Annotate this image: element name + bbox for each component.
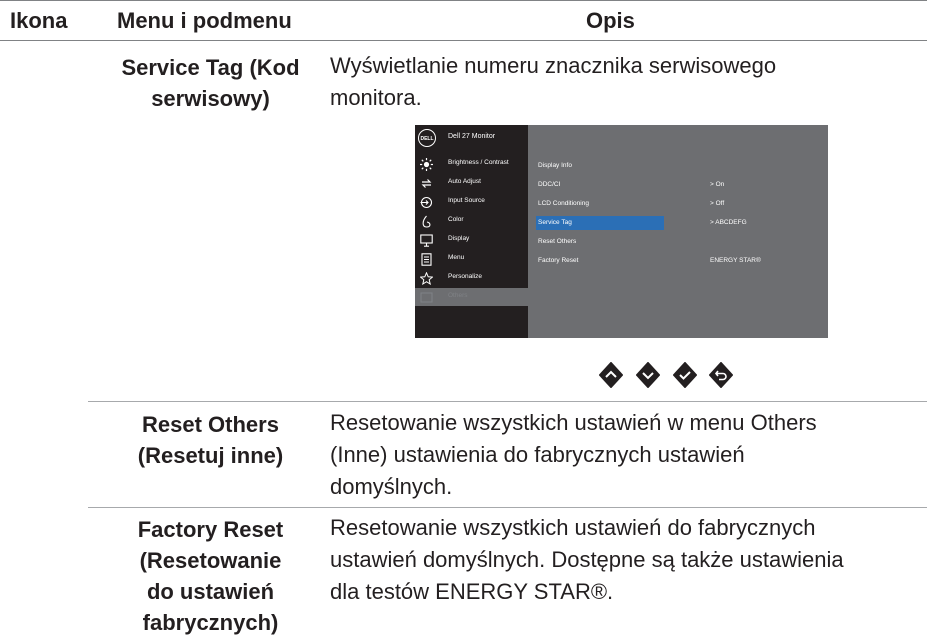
osd-sidebar-menu[interactable]: Menu <box>415 250 528 268</box>
menu-line: Reset Others <box>142 412 279 437</box>
desc-line: domyślnych. <box>330 474 453 499</box>
osd-item-factory-reset[interactable]: Factory Reset <box>536 254 664 268</box>
osd-value-service-tag: > ABCDEFG <box>710 219 747 226</box>
menu-line: fabrycznych) <box>142 610 279 635</box>
osd-value-ddc-ci: > On <box>710 181 725 188</box>
osd-title: Dell 27 Monitor <box>448 133 496 140</box>
osd-sidebar-label: Menu <box>448 254 465 261</box>
osd-sidebar-label: Personalize <box>448 273 482 280</box>
brightness-icon <box>420 158 433 171</box>
osd-item-label: Factory Reset <box>538 257 579 264</box>
osd-sidebar-input-source[interactable]: Input Source <box>415 193 528 211</box>
osd-item-label: Service Tag <box>538 219 572 226</box>
row-service-tag-desc: Wyświetlanie numeru znacznika serwisoweg… <box>330 50 776 114</box>
osd-item-label: Display Info <box>538 162 572 169</box>
desc-line: Wyświetlanie numeru znacznika serwisoweg… <box>330 53 777 78</box>
osd-sidebar-display[interactable]: Display <box>415 231 528 249</box>
header-desc-col: Opis <box>586 8 635 33</box>
osd-header-right <box>528 125 828 152</box>
osd-item-display-info[interactable]: Display Info <box>536 159 664 173</box>
osd-item-label: Reset Others <box>538 238 577 245</box>
desc-line: Resetowanie wszystkich ustawień do fabry… <box>330 515 816 540</box>
osd-screenshot: DELL Dell 27 Monitor Brightness / Contra… <box>415 125 828 338</box>
row-service-tag-menu: Service Tag (Kod serwisowy) <box>88 52 333 114</box>
check-icon[interactable] <box>672 362 698 388</box>
desc-line: ustawień domyślnych. Dostępne są także u… <box>330 547 844 572</box>
color-icon <box>422 215 431 228</box>
header-menu-col: Menu i podmenu <box>117 8 292 33</box>
header-top-rule <box>0 0 927 1</box>
others-icon <box>420 292 433 303</box>
dell-logo: DELL <box>418 129 436 147</box>
osd-item-service-tag[interactable]: Service Tag <box>536 216 664 230</box>
row-factory-reset-desc: Resetowanie wszystkich ustawień do fabry… <box>330 512 844 608</box>
input-source-icon <box>420 196 433 209</box>
osd-item-lcd-conditioning[interactable]: LCD Conditioning <box>536 197 664 211</box>
desc-line: monitora. <box>330 85 422 110</box>
row-reset-others-desc: Resetowanie wszystkich ustawień w menu O… <box>330 407 817 503</box>
osd-sidebar-personalize[interactable]: Personalize <box>415 269 528 287</box>
down-icon[interactable] <box>635 362 661 388</box>
osd-sidebar-label: Color <box>448 216 464 223</box>
osd-item-ddc-ci[interactable]: DDC/CI <box>536 178 664 192</box>
osd-value-factory-reset: ENERGY STAR® <box>710 257 761 264</box>
osd-sidebar-others[interactable]: Others <box>415 288 528 306</box>
row-factory-reset-menu: Factory Reset (Resetowanie do ustawień f… <box>88 514 333 638</box>
osd-item-label: LCD Conditioning <box>538 200 589 207</box>
menu-icon <box>421 253 432 266</box>
osd-sidebar-label: Auto Adjust <box>448 178 481 185</box>
osd-item-label: DDC/CI <box>538 181 561 188</box>
osd-sidebar-brightness[interactable]: Brightness / Contrast <box>415 155 528 173</box>
display-icon <box>420 234 433 247</box>
auto-adjust-icon <box>421 179 432 188</box>
osd-sidebar-label: Others <box>448 292 468 299</box>
row-reset-others-menu: Reset Others (Resetuj inne) <box>88 409 333 471</box>
up-icon[interactable] <box>598 362 624 388</box>
menu-line: do ustawień <box>146 579 275 604</box>
row-divider <box>88 401 927 402</box>
osd-sidebar-label: Brightness / Contrast <box>448 159 509 166</box>
osd-sidebar-color[interactable]: Color <box>415 212 528 230</box>
menu-line: (Resetowanie <box>139 548 282 573</box>
osd-value-lcd-conditioning: > Off <box>710 200 725 207</box>
osd-sidebar-label: Input Source <box>448 197 485 204</box>
menu-line: (Resetuj inne) <box>137 443 284 468</box>
back-icon[interactable] <box>708 362 734 388</box>
desc-line: dla testów ENERGY STAR®. <box>330 579 614 604</box>
star-icon <box>420 272 433 285</box>
desc-line: (Inne) ustawienia do fabrycznych ustawie… <box>330 442 745 467</box>
header-icon-col: Ikona <box>10 8 68 33</box>
row-divider <box>88 507 927 508</box>
osd-sidebar-label: Display <box>448 235 470 242</box>
osd-sidebar-auto-adjust[interactable]: Auto Adjust <box>415 174 528 192</box>
osd-item-reset-others[interactable]: Reset Others <box>536 235 664 249</box>
menu-line: Factory Reset <box>137 517 284 542</box>
desc-line: Resetowanie wszystkich ustawień w menu O… <box>330 410 817 435</box>
header-bottom-rule <box>0 40 927 41</box>
menu-line: Service Tag (Kod <box>121 55 300 80</box>
menu-line: serwisowy) <box>151 86 270 111</box>
